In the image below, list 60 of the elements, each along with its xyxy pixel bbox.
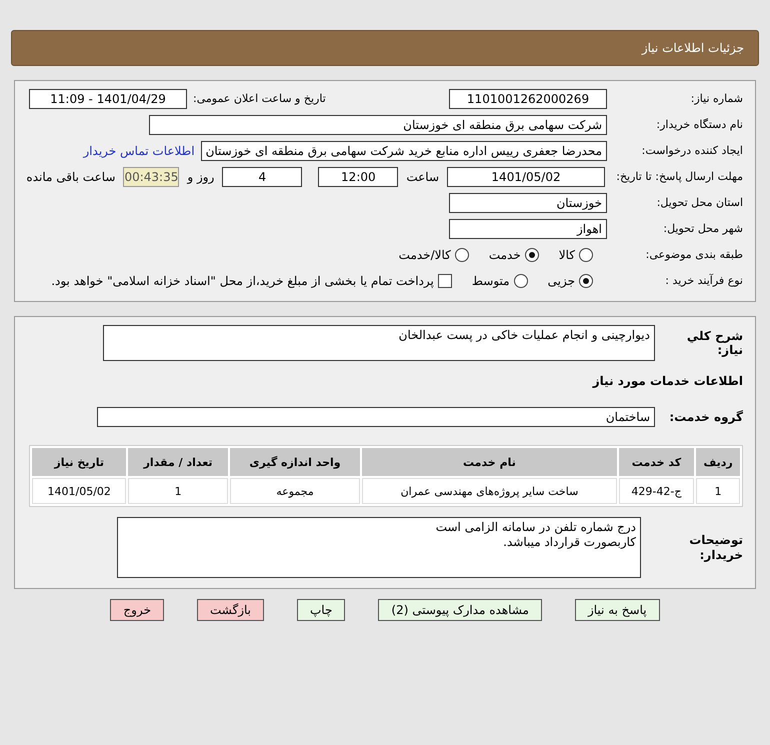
buyer-field: شرکت سهامی برق منطقه ای خوزستان	[149, 115, 607, 135]
checkbox-label: پرداخت تمام یا بخشی از مبلغ خرید،از محل "اسناد خزانه اسلامی" خواهد بود.	[51, 274, 434, 288]
radio-label: جزیی	[548, 274, 575, 288]
table-cell: 1401/05/02	[32, 478, 126, 504]
service-group-field: ساختمان	[97, 407, 655, 427]
field-label: نام دستگاه خریدار:	[655, 118, 743, 132]
field-label: شرح کلي نياز:	[686, 328, 743, 358]
radio-button[interactable]	[524, 248, 539, 262]
field-label: طبقه بندی موضوعی:	[644, 248, 743, 262]
province-field: خوزستان	[449, 193, 607, 213]
field-label: شماره نیاز:	[690, 92, 743, 106]
field-label: ایجاد کننده درخواست:	[640, 144, 743, 158]
column-header: کد خدمت	[618, 448, 694, 476]
announce-date-field: 1401/04/29 - 11:09	[29, 89, 187, 109]
table-cell: مجموعه	[230, 478, 360, 504]
field-label: مهلت ارسال پاسخ: تا تاریخ:	[615, 170, 743, 184]
column-header: ردیف	[696, 448, 740, 476]
column-header: نام خدمت	[362, 448, 617, 476]
deadline-time-field: 12:00	[318, 167, 398, 187]
column-header: تعداد / مقدار	[128, 448, 228, 476]
action-button[interactable]: پاسخ به نیاز	[574, 599, 660, 621]
section-heading: اطلاعات خدمات مورد نیاز	[592, 374, 743, 388]
action-button[interactable]: خروج	[110, 599, 164, 621]
creator-field: محدرضا جعفری رییس اداره منابع خرید شرکت سهامی برق منطقه ای خوزستان	[200, 141, 607, 161]
days-field: 4	[222, 167, 302, 187]
action-button[interactable]: مشاهده مدارک پیوستی (2)	[378, 599, 542, 621]
radio-label: متوسط	[472, 274, 510, 288]
radio-button[interactable]	[579, 248, 593, 262]
table-cell: 1	[128, 478, 228, 504]
checkbox[interactable]	[438, 274, 452, 288]
radio-button[interactable]	[579, 274, 593, 288]
field-label: گروه خدمت:	[668, 410, 743, 424]
field-label: نوع فرآیند خرید :	[664, 274, 743, 288]
radio-button[interactable]	[454, 248, 469, 262]
radio-label: خدمت	[488, 248, 521, 262]
summary-field: دیوارچینی و انجام عملیات خاکی در پست عبدالخان	[103, 325, 655, 361]
city-field: اهواز	[449, 219, 607, 239]
notes-field: درج شماره تلفن در سامانه الزامی است کاربصورت قرارداد میباشد.	[117, 517, 641, 578]
column-header: واحد اندازه گیری	[230, 448, 360, 476]
table-cell: 1	[696, 478, 740, 504]
radio-label: کالا/خدمت	[398, 248, 451, 262]
deadline-date-field: 1401/05/02	[447, 167, 605, 187]
field-label: روز و	[187, 170, 214, 184]
action-button[interactable]: چاپ	[297, 599, 346, 621]
field-label: استان محل تحویل:	[656, 196, 743, 210]
action-button[interactable]: بازگشت	[197, 599, 264, 621]
table-cell: ج-42-429	[618, 478, 694, 504]
remaining-timer: 00:43:35	[123, 167, 180, 187]
table-cell: ساخت سایر پروژه‌های مهندسی عمران	[362, 478, 617, 504]
field-label: شهر محل تحویل:	[662, 222, 743, 236]
page-title: جزئیات اطلاعات نیاز	[642, 41, 744, 55]
radio-button[interactable]	[514, 274, 528, 288]
need-number-field: 1101001262000269	[449, 89, 607, 109]
field-label: ساعت	[406, 170, 439, 184]
field-label: تاریخ و ساعت اعلان عمومی:	[193, 92, 326, 106]
contact-link[interactable]: اطلاعات تماس خریدار	[83, 144, 195, 158]
field-label: توضیحات خریدار:	[688, 533, 743, 562]
field-label: ساعت باقی مانده	[26, 170, 116, 184]
column-header: تاریخ نیاز	[32, 448, 126, 476]
radio-label: کالا	[558, 248, 575, 262]
